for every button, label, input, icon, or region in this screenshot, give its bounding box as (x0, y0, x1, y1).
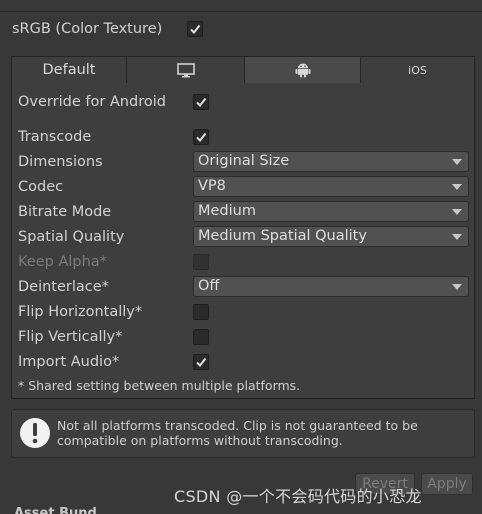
spatial-quality-value: Medium Spatial Quality (198, 228, 367, 244)
codec-value: VP8 (198, 178, 226, 194)
dropdown-arrow-icon (452, 159, 462, 165)
keep-alpha-label: Keep Alpha* (18, 254, 107, 270)
bitrate-mode-label: Bitrate Mode (18, 204, 112, 220)
shared-setting-footnote: * Shared setting between multiple platfo… (18, 378, 301, 393)
tab-standalone[interactable] (127, 57, 245, 83)
dropdown-arrow-icon (452, 284, 462, 290)
inspector-top-strip (0, 0, 482, 12)
srgb-checkbox[interactable] (187, 21, 203, 37)
tab-default[interactable]: Default (12, 57, 127, 83)
override-label: Override for Android (18, 94, 166, 110)
override-checkbox[interactable] (193, 94, 209, 110)
deinterlace-value: Off (198, 278, 220, 294)
spatial-quality-label: Spatial Quality (18, 229, 125, 245)
bitrate-mode-value: Medium (198, 203, 256, 219)
platform-tabs: Default iOS (11, 56, 475, 83)
dropdown-arrow-icon (452, 209, 462, 215)
flip-vertically-label: Flip Vertically* (18, 329, 123, 345)
tab-ios-label: iOS (408, 63, 427, 77)
tab-android[interactable] (245, 57, 361, 83)
transcode-label: Transcode (18, 129, 92, 145)
codec-dropdown[interactable]: VP8 (193, 176, 469, 197)
transcode-checkbox[interactable] (193, 129, 209, 145)
checkmark-icon (196, 97, 207, 108)
spatial-quality-dropdown[interactable]: Medium Spatial Quality (193, 226, 469, 247)
warning-icon (20, 418, 50, 448)
checkmark-icon (196, 357, 207, 368)
dropdown-arrow-icon (452, 184, 462, 190)
flip-horizontally-label: Flip Horizontally* (18, 304, 143, 320)
tab-ios[interactable]: iOS (361, 57, 474, 83)
dimensions-label: Dimensions (18, 154, 103, 170)
flip-vertically-checkbox[interactable] (193, 329, 209, 345)
tab-default-label: Default (42, 62, 96, 78)
srgb-label: sRGB (Color Texture) (12, 21, 163, 37)
monitor-icon (176, 62, 195, 77)
dimensions-value: Original Size (198, 153, 290, 169)
transcode-warning-message: Not all platforms transcoded. Clip is no… (57, 418, 418, 448)
dimensions-dropdown[interactable]: Original Size (193, 151, 469, 172)
deinterlace-dropdown[interactable]: Off (193, 276, 469, 297)
checkmark-icon (190, 24, 201, 35)
checkmark-icon (196, 132, 207, 143)
import-audio-checkbox[interactable] (193, 354, 209, 370)
flip-horizontally-checkbox[interactable] (193, 304, 209, 320)
keep-alpha-checkbox (193, 254, 209, 270)
deinterlace-label: Deinterlace* (18, 279, 109, 295)
import-audio-label: Import Audio* (18, 354, 120, 370)
asset-bundle-header: Asset Bund (14, 506, 97, 514)
codec-label: Codec (18, 179, 64, 195)
csdn-watermark: CSDN @一个不会码代码的小恐龙 (174, 487, 422, 506)
dropdown-arrow-icon (452, 234, 462, 240)
bitrate-mode-dropdown[interactable]: Medium (193, 201, 469, 222)
transcode-warning-box: Not all platforms transcoded. Clip is no… (11, 409, 475, 458)
android-icon (295, 63, 310, 78)
apply-button[interactable]: Apply (421, 473, 473, 495)
